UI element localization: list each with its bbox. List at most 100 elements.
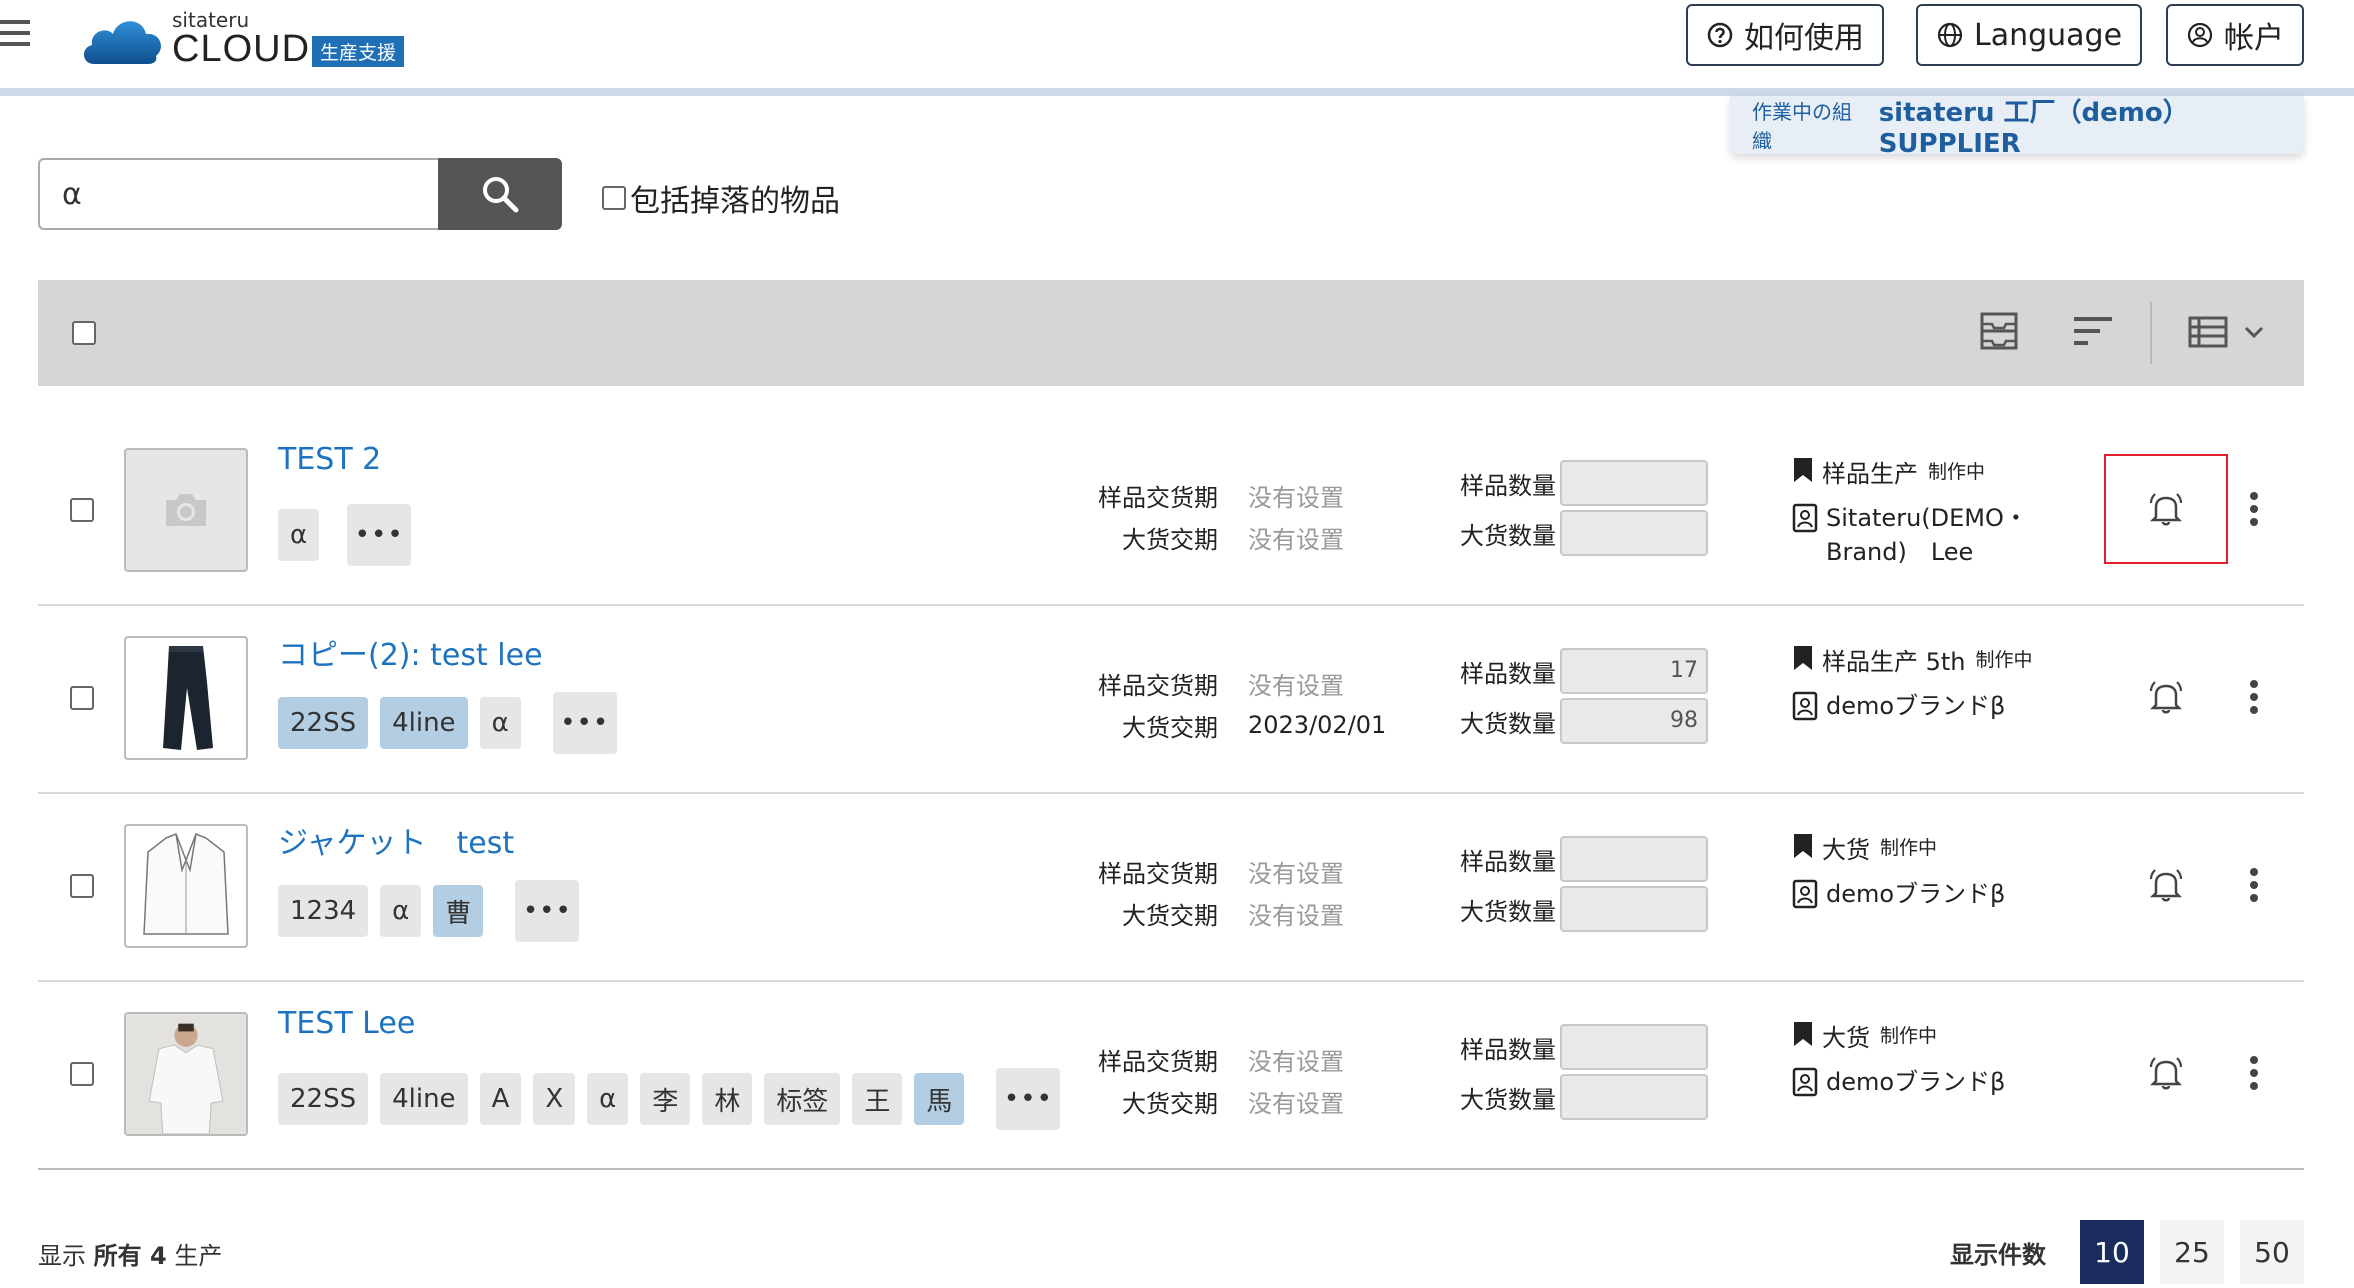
notification-bell-button[interactable] [2104,1018,2228,1128]
sample-delivery-value: 没有设置 [1248,671,1344,700]
shirt-image [126,1014,246,1134]
brand-contact-icon [1792,691,1818,721]
logo-badge: 生産支援 [312,36,405,67]
bell-icon [2149,1057,2183,1090]
more-options-icon[interactable] [2244,1056,2264,1096]
tag[interactable]: 林 [702,1073,753,1125]
bulk-qty-field [1560,510,1708,556]
org-value: sitateru 工厂（demo） SUPPLIER [1878,97,2189,159]
help-button[interactable]: 如何使用 [1686,4,1884,66]
include-dropped-checkbox[interactable]: 包括掉落的物品 [602,176,840,220]
tag[interactable]: 22SS [278,1073,369,1125]
search-icon [483,177,519,213]
bulk-qty-field [1560,886,1708,932]
status-label: 制作中 [1880,1025,1938,1047]
pants-image [163,646,213,750]
row-checkbox[interactable] [70,498,94,522]
notification-bell-button[interactable] [2104,830,2228,940]
menu-icon[interactable] [0,20,30,50]
chevron-down-icon[interactable] [2244,326,2264,340]
delivery-dates: 样品交货期 没有设置 大货交期 没有设置 [1088,850,1344,934]
more-options-icon[interactable] [2244,492,2264,532]
brand-contact-icon [1792,503,1818,533]
more-tags-button[interactable]: ••• [552,692,617,754]
tag[interactable]: α [278,509,320,561]
per-page-option-10[interactable]: 10 [2080,1220,2144,1284]
top-header: sitateru CLOUD 生産支援 如何使用 Language 帐户 [0,0,2354,96]
sample-qty-label: 样品数量 [1460,1035,1556,1064]
product-name-link[interactable]: ジャケット test [278,818,514,862]
product-name-link[interactable]: TEST 2 [278,442,381,477]
bulk-delivery-value: 没有设置 [1248,901,1344,930]
select-all-checkbox[interactable] [72,321,96,345]
sort-icon[interactable] [2072,314,2114,348]
list-item[interactable]: コピー(2): test lee 22SS 4line α ••• 样品交货期 没… [38,606,2304,794]
status-label: 制作中 [1928,461,1986,483]
product-thumbnail[interactable] [124,636,248,760]
product-thumbnail[interactable] [124,448,248,572]
list-view-icon[interactable] [2188,316,2228,348]
sample-qty-label: 样品数量 [1460,659,1556,688]
quantities: 样品数量 17 大货数量 98 [1456,646,1708,746]
tag[interactable]: 曹 [433,885,484,937]
production-info: 大货 制作中 demoブランドβ [1792,1018,2092,1111]
tag[interactable]: X [533,1073,576,1125]
row-checkbox[interactable] [70,686,94,710]
production-info: 样品生产 5th 制作中 demoブランドβ [1792,642,2092,735]
product-thumbnail[interactable] [124,824,248,948]
more-options-icon[interactable] [2244,680,2264,720]
tag[interactable]: 馬 [914,1073,965,1125]
bookmark-icon [1794,834,1812,858]
row-checkbox[interactable] [70,874,94,898]
question-icon [1707,22,1733,48]
more-options-icon[interactable] [2244,868,2264,908]
bulk-delivery-label: 大货交期 [1122,1089,1218,1118]
brand-name: demoブランドβ [1826,692,2006,720]
bulk-delivery-value: 没有设置 [1248,525,1344,554]
product-thumbnail[interactable] [124,1012,248,1136]
more-tags-button[interactable]: ••• [515,880,580,942]
tag[interactable]: 4line [380,697,468,749]
production-info: 样品生产 制作中 Sitateru(DEMO・Brand) Lee [1792,454,2092,581]
brand-contact-icon [1792,879,1818,909]
archive-icon[interactable] [1978,310,2020,352]
account-button[interactable]: 帐户 [2166,4,2304,66]
per-page-option-50[interactable]: 50 [2240,1220,2304,1284]
bulk-qty-field: 98 [1560,698,1708,744]
bulk-delivery-value: 没有设置 [1248,1089,1344,1118]
per-page-option-25[interactable]: 25 [2160,1220,2224,1284]
org-label: 作業中の組織 [1752,100,1852,153]
language-button[interactable]: Language [1916,4,2143,66]
per-page-label: 显示件数 [1950,1240,2046,1269]
logo[interactable]: sitateru CLOUD 生産支援 [80,6,420,70]
include-dropped-label: 包括掉落的物品 [630,184,840,219]
tag[interactable]: 李 [640,1073,691,1125]
tag[interactable]: 1234 [278,885,369,937]
tag-list: 22SS 4line α ••• [278,692,617,754]
product-name-link[interactable]: TEST Lee [278,1006,415,1041]
user-icon [2187,22,2213,48]
list-item[interactable]: ジャケット test 1234 α 曹 ••• 样品交货期 没有设置 大货交期 没有… [38,794,2304,982]
tag[interactable]: α [380,885,422,937]
search-input[interactable] [38,158,438,230]
tag[interactable]: 4line [380,1073,468,1125]
list-item[interactable]: TEST Lee 22SS 4line A X α 李 林 标签 王 馬 •••… [38,982,2304,1170]
tag[interactable]: 标签 [764,1073,841,1125]
include-dropped-box[interactable] [602,186,626,210]
phase-label: 样品生产 [1822,460,1918,488]
sample-qty-label: 样品数量 [1460,847,1556,876]
notification-bell-button[interactable] [2104,642,2228,752]
notification-bell-button[interactable] [2104,454,2228,564]
product-name-link[interactable]: コピー(2): test lee [278,630,543,674]
tag[interactable]: α [479,697,521,749]
brand-contact-icon [1792,1067,1818,1097]
search-button[interactable] [438,158,562,230]
more-tags-button[interactable]: ••• [347,504,412,566]
tag[interactable]: A [479,1073,522,1125]
list-item[interactable]: TEST 2 α ••• 样品交货期 没有设置 大货交期 没有设置 样品数量 大货数… [38,418,2304,606]
more-tags-button[interactable]: ••• [996,1068,1061,1130]
tag[interactable]: 王 [852,1073,903,1125]
row-checkbox[interactable] [70,1062,94,1086]
tag[interactable]: 22SS [278,697,369,749]
tag[interactable]: α [587,1073,629,1125]
